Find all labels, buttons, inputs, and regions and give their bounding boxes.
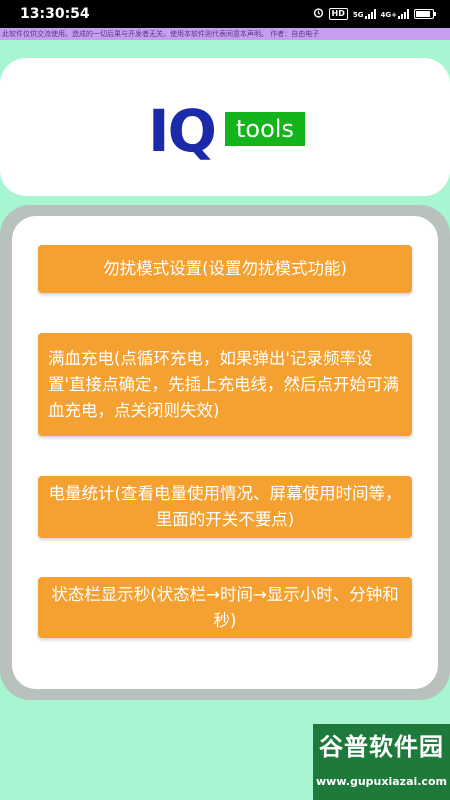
status-bar-seconds-label: 状态栏显示秒(状态栏→时间→显示小时、分钟和秒) bbox=[51, 584, 399, 630]
disclaimer-banner: 此软件仅供交流使用。造成的一切后果与开发者无关。使用本软件则代表同意本声明。 作… bbox=[0, 28, 450, 40]
alarm-icon bbox=[313, 7, 324, 21]
logo-card: IQ tools bbox=[0, 58, 450, 196]
status-time: 13:30:54 bbox=[20, 6, 90, 22]
status-icons: HD 5G 4G+ bbox=[313, 7, 436, 21]
actions-panel: 勿扰模式设置(设置勿扰模式功能) 满血充电(点循环充电，如果弹出'记录频率设置'… bbox=[0, 205, 450, 700]
hd-icon: HD bbox=[328, 8, 348, 20]
battery-icon bbox=[414, 9, 436, 19]
status-bar: 13:30:54 HD 5G 4G+ bbox=[0, 0, 450, 28]
power-stats-label: 电量统计(查看电量使用情况、屏幕使用时间等，里面的开关不要点) bbox=[48, 484, 402, 529]
full-charge-button[interactable]: 满血充电(点循环充电，如果弹出'记录频率设置'直接点确定，先插上充电线，然后点开… bbox=[38, 333, 412, 436]
signal-5g-icon: 5G bbox=[353, 9, 376, 19]
logo-iq-text: IQ bbox=[148, 97, 217, 165]
watermark-url: www.gupuxiazai.com bbox=[316, 775, 447, 788]
signal-4g-icon: 4G+ bbox=[381, 9, 409, 19]
signal-4g-label: 4G+ bbox=[380, 11, 397, 19]
full-charge-label: 满血充电(点循环充电，如果弹出'记录频率设置'直接点确定，先插上充电线，然后点开… bbox=[48, 348, 400, 420]
power-stats-button[interactable]: 电量统计(查看电量使用情况、屏幕使用时间等，里面的开关不要点) bbox=[38, 476, 412, 538]
dnd-settings-button[interactable]: 勿扰模式设置(设置勿扰模式功能) bbox=[38, 245, 412, 293]
watermark-title: 谷普软件园 bbox=[319, 733, 444, 761]
actions-panel-inner: 勿扰模式设置(设置勿扰模式功能) 满血充电(点循环充电，如果弹出'记录频率设置'… bbox=[12, 216, 438, 689]
watermark-logo: 谷普软件园 www.gupuxiazai.com bbox=[313, 724, 450, 800]
signal-5g-label: 5G bbox=[352, 11, 364, 19]
dnd-settings-label: 勿扰模式设置(设置勿扰模式功能) bbox=[103, 259, 347, 278]
logo-tools-text: tools bbox=[225, 112, 305, 146]
status-bar-seconds-button[interactable]: 状态栏显示秒(状态栏→时间→显示小时、分钟和秒) bbox=[38, 577, 412, 638]
